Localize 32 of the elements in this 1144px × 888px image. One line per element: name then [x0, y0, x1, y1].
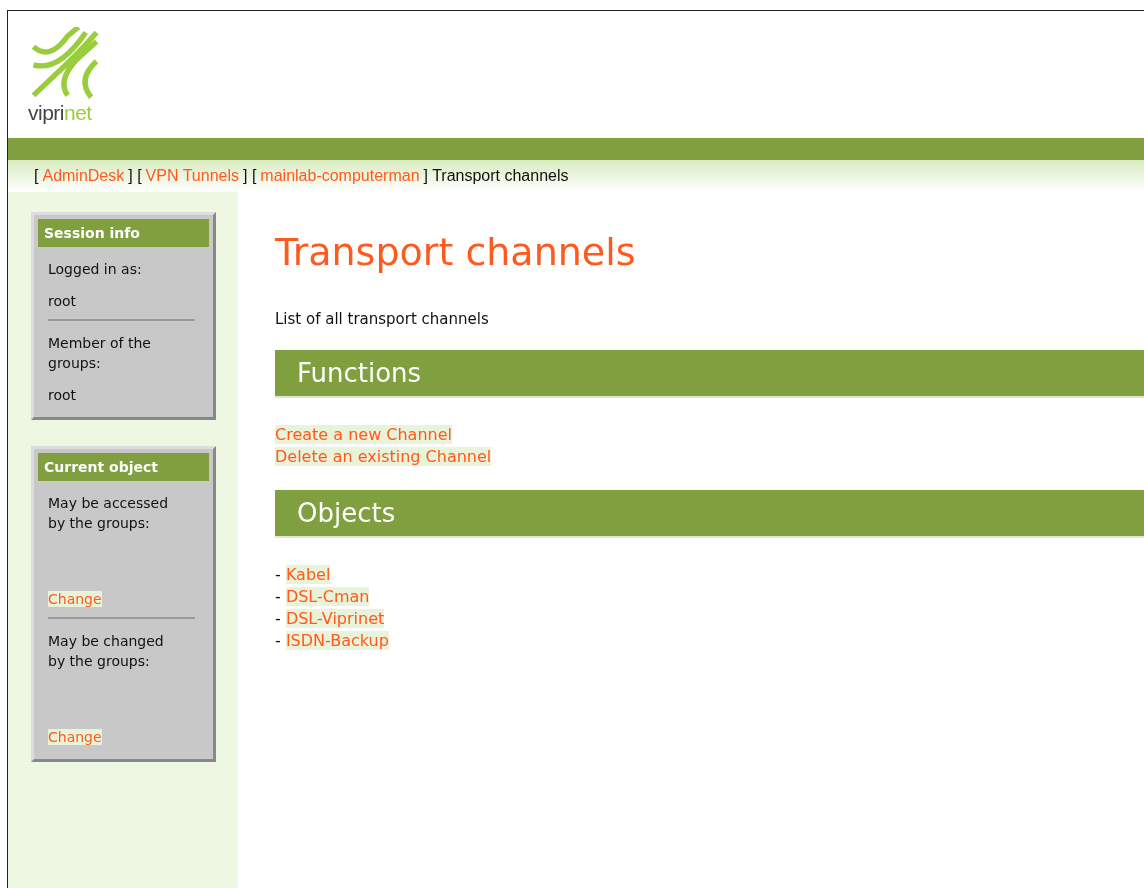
- section-header: Objects: [275, 490, 1144, 538]
- function-link[interactable]: Create a new Channel: [275, 425, 452, 444]
- panel-text: root: [47, 386, 78, 405]
- breadcrumb-link[interactable]: AdminDesk: [42, 167, 125, 185]
- breadcrumb-text: [: [34, 167, 39, 185]
- logo-text: viprinet: [28, 101, 92, 125]
- panel-title: Session info: [38, 219, 209, 247]
- object-link[interactable]: ISDN-Backup: [285, 631, 389, 650]
- change-link[interactable]: Change: [48, 729, 102, 745]
- breadcrumb-text: ] [: [243, 167, 257, 185]
- object-link[interactable]: DSL-Cman: [285, 587, 370, 606]
- list-marker: -: [275, 587, 281, 606]
- panel-text: May be accessed by the groups:: [47, 494, 170, 533]
- list-marker: -: [275, 631, 281, 650]
- panel-text: May be changed by the groups:: [47, 632, 165, 671]
- panel-text: root: [47, 292, 78, 311]
- list-marker: -: [275, 609, 281, 628]
- breadcrumb-link[interactable]: VPN Tunnels: [145, 167, 239, 185]
- page-title: Transport channels: [275, 230, 637, 274]
- panel-text: Logged in as:: [47, 260, 143, 279]
- breadcrumb-link[interactable]: mainlab-computerman: [260, 167, 420, 185]
- page-description: List of all transport channels: [275, 310, 490, 328]
- section-header: Functions: [275, 350, 1144, 398]
- function-link[interactable]: Delete an existing Channel: [275, 447, 492, 466]
- change-link[interactable]: Change: [48, 591, 102, 607]
- panel-title: Current object: [38, 453, 209, 481]
- breadcrumb-text: ] Transport channels: [423, 167, 569, 185]
- panel-text: Member of the groups:: [47, 334, 152, 373]
- object-link[interactable]: DSL-Viprinet: [285, 609, 385, 628]
- list-marker: -: [275, 565, 281, 584]
- object-link[interactable]: Kabel: [285, 565, 331, 584]
- breadcrumb-text: ] [: [128, 167, 142, 185]
